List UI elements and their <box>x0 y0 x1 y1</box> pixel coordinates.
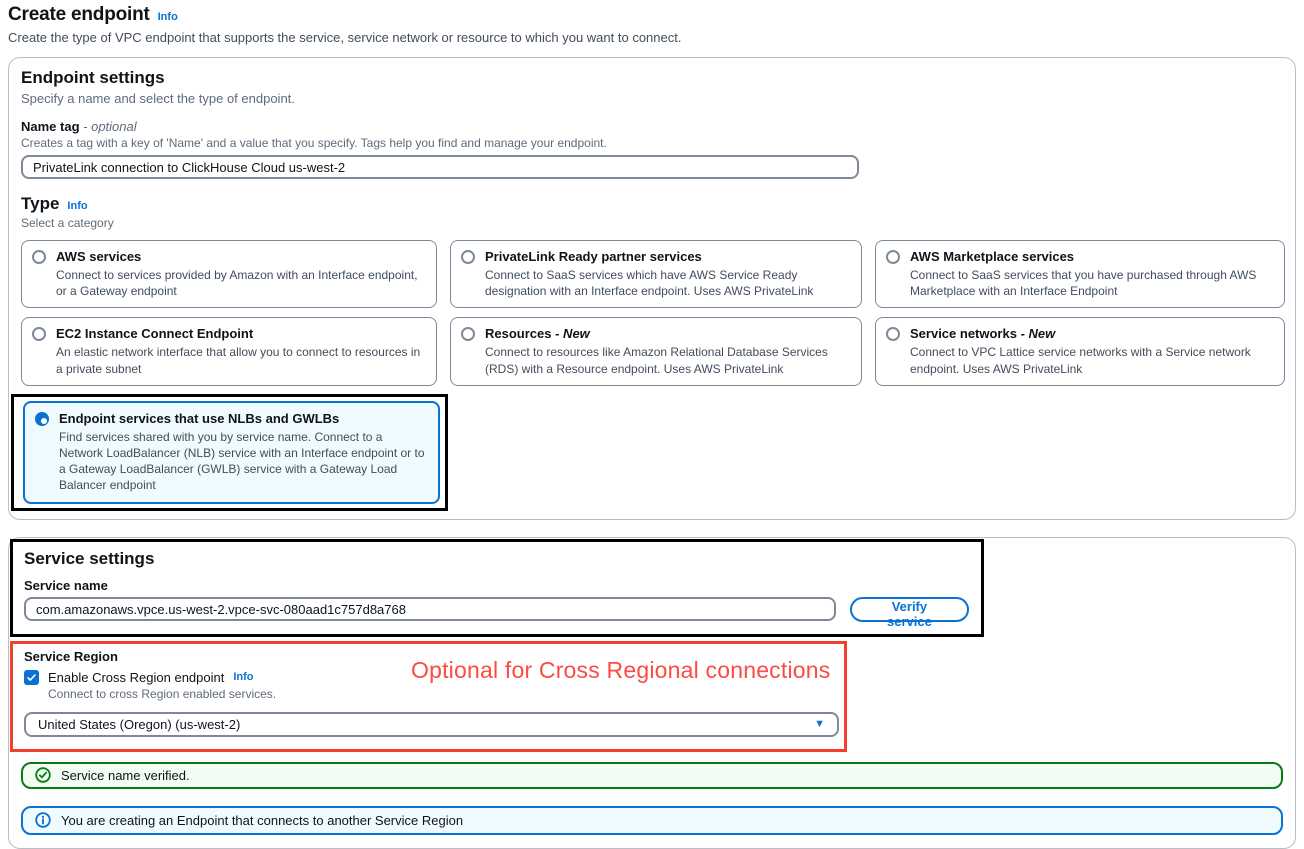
selected-option-annotation-box: Endpoint services that use NLBs and GWLB… <box>11 394 448 511</box>
option-description: Connect to VPC Lattice service networks … <box>910 344 1272 376</box>
option-description: Connect to SaaS services that you have p… <box>910 267 1272 299</box>
success-check-icon <box>35 767 51 783</box>
name-tag-help: Creates a tag with a key of 'Name' and a… <box>21 136 1283 150</box>
radio-icon[interactable] <box>886 327 900 341</box>
cross-region-info-text: You are creating an Endpoint that connec… <box>61 813 463 828</box>
cross-region-checkbox-label[interactable]: Enable Cross Region endpoint <box>48 670 224 685</box>
type-option-endpoint-services-nlb-gwlb[interactable]: Endpoint services that use NLBs and GWLB… <box>23 401 440 504</box>
radio-icon[interactable] <box>461 327 475 341</box>
option-description: Connect to SaaS services which have AWS … <box>485 267 849 299</box>
option-title: AWS services <box>56 249 424 264</box>
page-info-link[interactable]: Info <box>158 11 178 23</box>
service-region-select-value: United States (Oregon) (us-west-2) <box>38 717 240 732</box>
service-name-row: Verify service <box>24 593 969 622</box>
service-region-select[interactable]: United States (Oregon) (us-west-2) ▼ <box>24 712 839 737</box>
name-tag-label: Name tag <box>21 119 80 134</box>
cross-region-info-banner: You are creating an Endpoint that connec… <box>21 806 1283 835</box>
page-header: Create endpoint Info <box>8 2 1296 26</box>
cross-region-annotation-text: Optional for Cross Regional connections <box>411 657 830 684</box>
option-description: An elastic network interface that allow … <box>56 344 424 376</box>
type-heading-row: Type Info <box>21 194 1283 214</box>
type-option-marketplace[interactable]: AWS Marketplace services Connect to SaaS… <box>875 240 1285 308</box>
radio-selected-icon[interactable] <box>35 412 49 426</box>
option-new-badge: - New <box>555 326 590 341</box>
type-heading: Type <box>21 194 59 214</box>
type-option-resources[interactable]: Resources - New Connect to resources lik… <box>450 317 862 385</box>
cross-region-help: Connect to cross Region enabled services… <box>48 687 833 701</box>
check-icon <box>26 672 37 683</box>
option-title: Service networks - New <box>910 326 1272 341</box>
service-settings-annotation-box: Service settings Service name Verify ser… <box>10 539 984 637</box>
radio-icon[interactable] <box>886 250 900 264</box>
endpoint-settings-heading: Endpoint settings <box>21 68 1283 88</box>
type-option-ec2-instance-connect[interactable]: EC2 Instance Connect Endpoint An elastic… <box>21 317 437 385</box>
page-title: Create endpoint <box>8 4 150 26</box>
option-title: Endpoint services that use NLBs and GWLB… <box>59 411 426 426</box>
option-title: AWS Marketplace services <box>910 249 1272 264</box>
option-new-badge: - New <box>1021 326 1056 341</box>
endpoint-settings-description: Specify a name and select the type of en… <box>21 91 1283 106</box>
service-settings-heading: Service settings <box>24 549 969 569</box>
name-tag-field: Name tag - optional Creates a tag with a… <box>21 119 1283 179</box>
option-title: Resources - New <box>485 326 849 341</box>
cross-region-info-link[interactable]: Info <box>233 671 253 683</box>
type-option-privatelink-partner[interactable]: PrivateLink Ready partner services Conne… <box>450 240 862 308</box>
option-description: Connect to resources like Amazon Relatio… <box>485 344 849 376</box>
endpoint-settings-card: Endpoint settings Specify a name and sel… <box>8 57 1296 520</box>
service-name-input[interactable] <box>24 597 836 621</box>
name-tag-optional: - optional <box>80 119 137 134</box>
name-tag-input[interactable] <box>21 155 859 179</box>
service-settings-card: Service settings Service name Verify ser… <box>8 537 1296 849</box>
option-description: Find services shared with you by service… <box>59 429 426 494</box>
cross-region-checkbox[interactable] <box>24 670 39 685</box>
service-region-annotation-box: Service Region Enable Cross Region endpo… <box>10 641 847 752</box>
create-endpoint-page: Create endpoint Info Create the type of … <box>0 0 1304 849</box>
radio-icon[interactable] <box>461 250 475 264</box>
info-icon <box>35 812 51 828</box>
service-verified-text: Service name verified. <box>61 768 190 783</box>
radio-icon[interactable] <box>32 327 46 341</box>
chevron-down-icon: ▼ <box>814 718 825 730</box>
option-title: EC2 Instance Connect Endpoint <box>56 326 424 341</box>
option-description: Connect to services provided by Amazon w… <box>56 267 424 299</box>
service-name-label: Service name <box>24 578 969 593</box>
verify-service-button[interactable]: Verify service <box>850 597 969 622</box>
type-info-link[interactable]: Info <box>67 200 87 212</box>
radio-icon[interactable] <box>32 250 46 264</box>
page-subtitle: Create the type of VPC endpoint that sup… <box>8 30 1296 45</box>
type-description: Select a category <box>21 216 1283 230</box>
service-verified-banner: Service name verified. <box>21 762 1283 789</box>
type-option-service-networks[interactable]: Service networks - New Connect to VPC La… <box>875 317 1285 385</box>
type-option-aws-services[interactable]: AWS services Connect to services provide… <box>21 240 437 308</box>
type-options-grid: AWS services Connect to services provide… <box>21 240 1283 386</box>
option-title: PrivateLink Ready partner services <box>485 249 849 264</box>
